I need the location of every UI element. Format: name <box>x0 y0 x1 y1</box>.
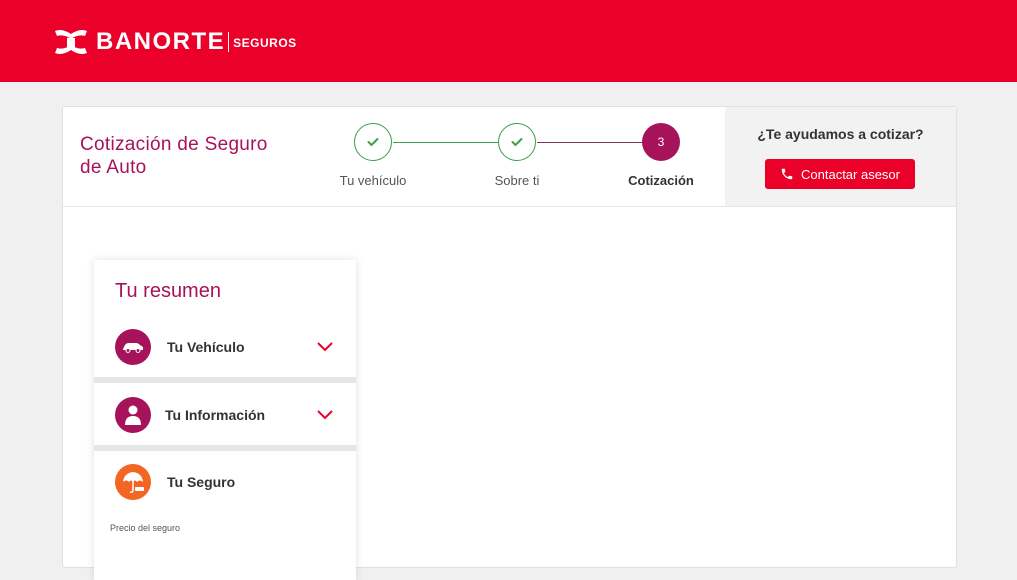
chevron-down-icon[interactable] <box>316 339 334 353</box>
check-icon <box>367 138 379 147</box>
contact-advisor-button[interactable]: Contactar asesor <box>765 159 915 189</box>
top-bar: BANORTE SEGUROS <box>0 0 1017 82</box>
help-question: ¿Te ayudamos a cotizar? <box>757 126 924 142</box>
step-circle <box>498 123 536 161</box>
summary-panel: Tu resumen Tu Vehículo Tu Información Tu… <box>94 260 356 580</box>
step-sobre-ti[interactable]: Sobre ti <box>457 123 577 188</box>
summary-item-label: Tu Información <box>165 407 266 423</box>
banorte-logo-icon <box>55 30 87 54</box>
summary-divider <box>94 377 356 383</box>
person-icon <box>115 397 151 433</box>
chevron-down-icon[interactable] <box>316 407 334 421</box>
step-cotizacion[interactable]: 3 Cotización <box>601 123 721 188</box>
step-number: 3 <box>642 123 680 161</box>
quote-card: Cotización de Seguro de Auto Tu vehículo <box>62 106 957 580</box>
summary-item-vehiculo[interactable]: Tu Vehículo <box>94 316 356 379</box>
step-circle <box>354 123 392 161</box>
help-panel: ¿Te ayudamos a cotizar? Contactar asesor <box>725 107 956 206</box>
sub-brand: SEGUROS <box>233 36 297 50</box>
step-label: Cotización <box>628 173 694 188</box>
banorte-logo[interactable]: BANORTE SEGUROS <box>52 28 297 56</box>
brand-name: BANORTE <box>96 28 226 55</box>
summary-item-label: Tu Seguro <box>167 474 236 490</box>
step-label: Tu vehículo <box>339 173 407 188</box>
logo-divider <box>228 32 230 52</box>
summary-title: Tu resumen <box>115 280 221 302</box>
phone-icon <box>781 168 793 180</box>
car-icon <box>115 329 151 365</box>
summary-item-seguro: Tu Seguro <box>94 451 356 514</box>
step-label: Sobre ti <box>494 173 540 188</box>
check-icon <box>511 138 523 147</box>
progress-stepper: Tu vehículo Sobre ti 3 Cotización <box>333 123 713 203</box>
contact-advisor-label: Contactar asesor <box>801 166 900 182</box>
summary-item-informacion[interactable]: Tu Información <box>94 384 356 447</box>
page-title: Cotización de Seguro de Auto <box>80 134 268 178</box>
step-tu-vehiculo[interactable]: Tu vehículo <box>313 123 433 188</box>
summary-item-label: Tu Vehículo <box>167 339 245 355</box>
price-label: Precio del seguro <box>110 523 181 533</box>
quote-header: Cotización de Seguro de Auto Tu vehículo <box>63 107 956 207</box>
umbrella-car-icon <box>115 464 151 500</box>
